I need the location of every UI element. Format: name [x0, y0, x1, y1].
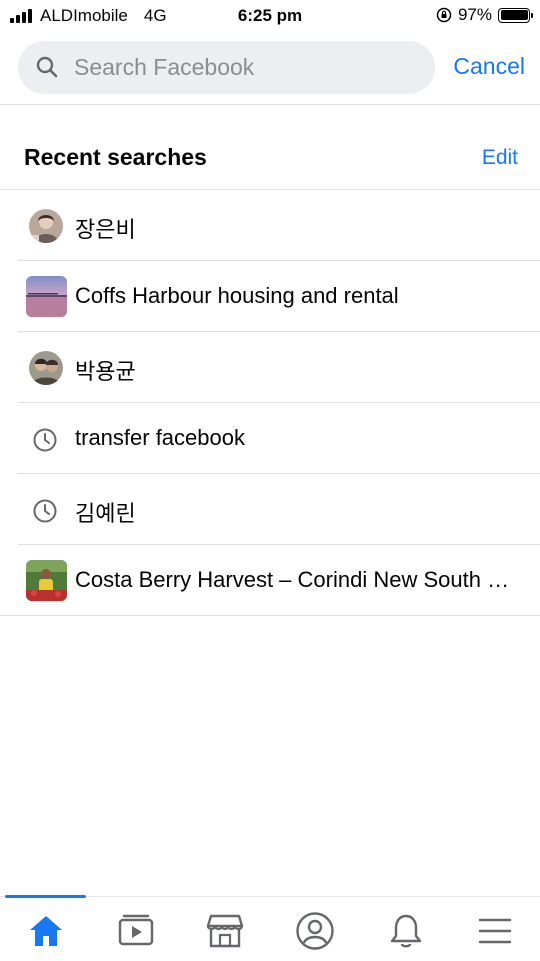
menu-icon [478, 918, 512, 944]
notifications-icon [390, 914, 422, 948]
nav-profile-button[interactable] [295, 911, 335, 951]
clock-icon [33, 428, 57, 452]
recent-item-page[interactable]: Costa Berry Harvest – Corindi New South … [0, 545, 540, 616]
battery-percent: 97% [457, 5, 492, 24]
recent-item-query[interactable]: 김예린 [0, 474, 540, 545]
edit-button[interactable]: Edit [482, 146, 518, 170]
recent-item-label: Costa Berry Harvest – Corindi New South … [75, 567, 525, 592]
nav-watch-button[interactable] [116, 911, 156, 951]
marketplace-icon [206, 914, 244, 948]
recent-item-person[interactable]: 장은비 [0, 190, 540, 261]
rotation-lock-icon [436, 7, 452, 23]
search-box[interactable] [18, 41, 435, 94]
header-divider [0, 104, 540, 105]
group-thumbnail [26, 276, 67, 317]
recent-searches-title: Recent searches [24, 144, 207, 170]
status-bar-right: 97% [436, 5, 533, 25]
recent-item-label: Coffs Harbour housing and rental [75, 283, 399, 308]
active-tab-indicator [5, 895, 86, 898]
cancel-button[interactable]: Cancel [453, 53, 525, 80]
profile-avatar [29, 209, 63, 243]
nav-marketplace-button[interactable] [205, 911, 245, 951]
recent-item-label: 김예린 [75, 501, 136, 526]
recent-searches-header: Recent searches Edit [24, 140, 518, 180]
nav-menu-button[interactable] [475, 911, 515, 951]
recent-item-group[interactable]: Coffs Harbour housing and rental [0, 261, 540, 332]
search-header: Cancel [18, 41, 528, 94]
search-icon [36, 56, 58, 78]
clock-icon [33, 499, 57, 523]
battery-icon [498, 7, 533, 23]
recent-item-query[interactable]: transfer facebook [0, 403, 540, 474]
profile-icon [296, 912, 334, 950]
nav-home-button[interactable] [26, 911, 66, 951]
status-bar: ALDImobile 4G 6:25 pm 97% [0, 0, 540, 32]
nav-notifications-button[interactable] [386, 911, 426, 951]
recent-item-label: 장은비 [75, 217, 136, 242]
home-icon [30, 916, 62, 946]
search-input[interactable] [74, 41, 424, 94]
recent-item-person[interactable]: 박용균 [0, 332, 540, 403]
recent-searches-list: 장은비 Coffs Harbour housing and rental 박용균… [0, 190, 540, 616]
profile-avatar [29, 351, 63, 385]
page-thumbnail [26, 560, 67, 601]
row-divider [0, 615, 540, 616]
recent-item-label: 박용균 [75, 359, 136, 384]
bottom-nav [0, 895, 540, 961]
recent-item-label: transfer facebook [75, 425, 245, 450]
watch-icon [118, 914, 154, 946]
